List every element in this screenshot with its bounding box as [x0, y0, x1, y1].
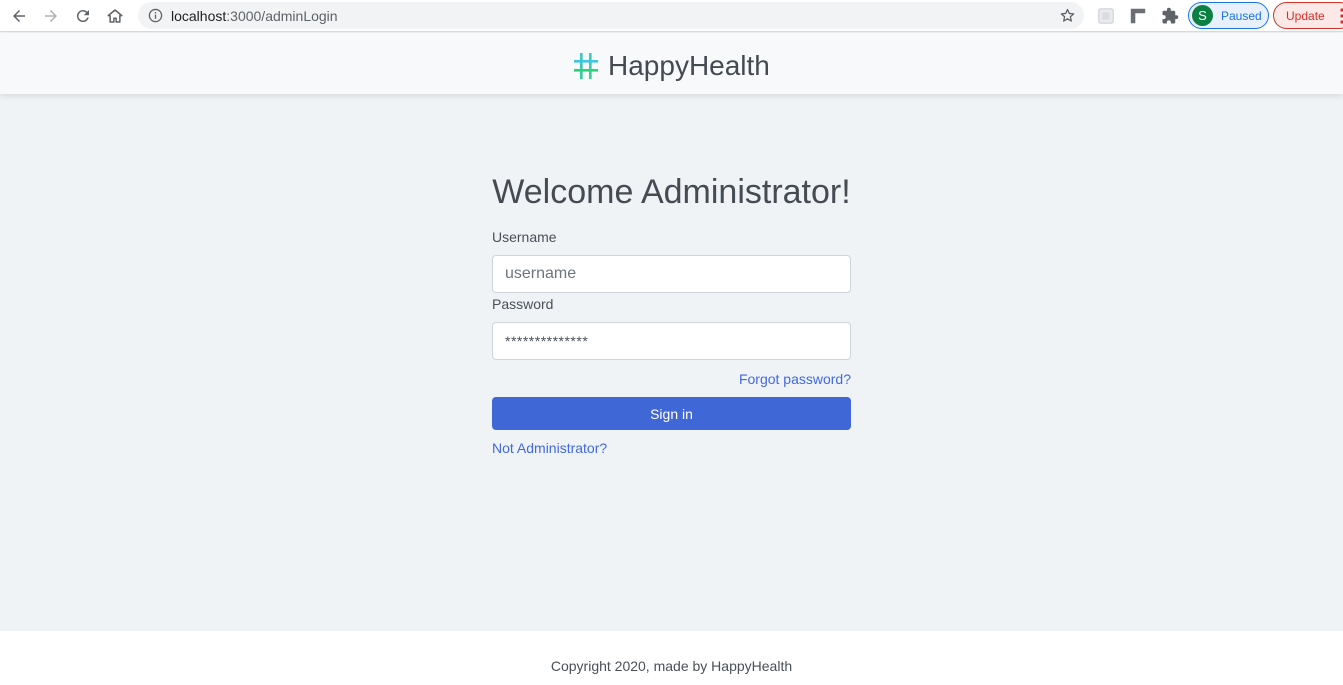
avatar: S: [1192, 5, 1213, 26]
brand[interactable]: HappyHealth: [572, 50, 770, 82]
copyright-text: Copyright 2020, made by HappyHealth: [550, 658, 793, 674]
home-icon[interactable]: [103, 4, 127, 28]
browser-toolbar: localhost:3000/adminLogin S Paused Updat…: [0, 0, 1343, 32]
hash-icon: [574, 53, 598, 79]
update-button[interactable]: Update: [1273, 2, 1343, 29]
forward-icon[interactable]: [39, 4, 63, 28]
app-header: HappyHealth: [0, 33, 1343, 94]
login-form: Username Password Forgot password? Sign …: [492, 228, 851, 458]
profile-status: Paused: [1221, 9, 1262, 23]
url-host: localhost: [171, 8, 227, 24]
update-label: Update: [1286, 9, 1325, 23]
extension-icon[interactable]: [1096, 6, 1116, 26]
sign-in-button[interactable]: Sign in: [492, 397, 851, 430]
page-title: Welcome Administrator!: [492, 173, 851, 211]
address-bar[interactable]: localhost:3000/adminLogin: [138, 2, 1084, 29]
reader-extension-icon[interactable]: [1128, 6, 1148, 26]
password-label: Password: [492, 296, 554, 312]
username-label: Username: [492, 229, 557, 245]
not-administrator-link[interactable]: Not Administrator?: [492, 440, 607, 456]
puzzle-icon[interactable]: [1160, 6, 1180, 26]
reload-icon[interactable]: [71, 4, 95, 28]
brand-name: HappyHealth: [608, 50, 770, 81]
username-input[interactable]: [492, 255, 851, 293]
back-icon[interactable]: [7, 4, 31, 28]
info-icon[interactable]: [148, 8, 163, 23]
footer: Copyright 2020, made by HappyHealth: [0, 631, 1343, 685]
url-path: :3000/adminLogin: [226, 8, 338, 24]
star-icon[interactable]: [1059, 7, 1076, 24]
url-text: localhost:3000/adminLogin: [171, 8, 338, 24]
profile-button[interactable]: S Paused: [1188, 2, 1269, 29]
forgot-password-link[interactable]: Forgot password?: [739, 371, 851, 387]
password-input[interactable]: [492, 322, 851, 360]
